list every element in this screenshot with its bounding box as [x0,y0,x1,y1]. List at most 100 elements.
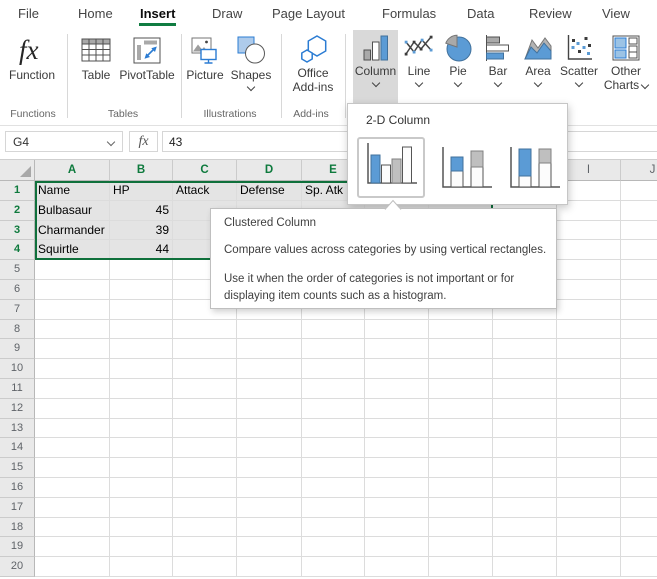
cell-A11[interactable] [35,379,110,399]
cell-J9[interactable] [621,339,657,360]
row-header-11[interactable]: 11 [0,379,35,399]
cell-G17[interactable] [429,497,493,518]
cell-E12[interactable] [302,398,365,419]
cell-D19[interactable] [237,537,302,558]
cell-E20[interactable] [302,557,365,577]
row-header-13[interactable]: 13 [0,418,35,439]
cell-B13[interactable] [110,418,173,439]
function-button[interactable]: fx Function [6,30,58,82]
cell-H18[interactable] [493,517,557,538]
cell-I11[interactable] [557,379,621,399]
cell-A16[interactable] [35,478,110,498]
area-chart-button[interactable]: Area [519,30,557,89]
cell-H17[interactable] [493,497,557,518]
cell-J11[interactable] [621,379,657,399]
cell-J5[interactable] [621,260,657,280]
cell-D15[interactable] [237,458,302,478]
cell-I7[interactable] [557,299,621,320]
cell-E15[interactable] [302,458,365,478]
cell-J17[interactable] [621,497,657,518]
other-charts-button[interactable]: Other Charts [600,30,652,92]
cell-F15[interactable] [365,458,429,478]
cell-B2[interactable]: 45 [110,200,173,221]
option-clustered-column[interactable] [357,137,425,198]
cell-F17[interactable] [365,497,429,518]
row-header-9[interactable]: 9 [0,339,35,360]
row-header-4[interactable]: 4 [0,240,35,261]
cell-D13[interactable] [237,418,302,439]
cell-G8[interactable] [429,319,493,340]
cell-F18[interactable] [365,517,429,538]
other-charts-dropdown-chevron-icon[interactable] [640,80,650,90]
cell-I8[interactable] [557,319,621,340]
cell-G18[interactable] [429,517,493,538]
name-box[interactable]: G4 [5,131,123,152]
cell-F16[interactable] [365,478,429,498]
office-addins-button[interactable]: Office Add-ins [286,30,340,94]
column-header-J[interactable]: J [621,160,657,181]
row-header-10[interactable]: 10 [0,359,35,379]
cell-C11[interactable] [173,379,237,399]
cell-J18[interactable] [621,517,657,538]
pie-dropdown-chevron-icon[interactable] [453,78,463,88]
select-all-button[interactable] [0,160,35,181]
picture-button[interactable]: Picture [180,30,230,82]
cell-B18[interactable] [110,517,173,538]
cell-J8[interactable] [621,319,657,340]
cell-B15[interactable] [110,458,173,478]
row-header-18[interactable]: 18 [0,517,35,538]
tab-home[interactable]: Home [78,0,113,27]
cell-H16[interactable] [493,478,557,498]
cell-I3[interactable] [557,220,621,241]
cell-F10[interactable] [365,359,429,379]
cell-I15[interactable] [557,458,621,478]
cell-J14[interactable] [621,438,657,459]
cell-I17[interactable] [557,497,621,518]
column-header-C[interactable]: C [173,160,237,181]
tab-review[interactable]: Review [529,0,572,27]
cell-I14[interactable] [557,438,621,459]
cell-E16[interactable] [302,478,365,498]
cell-G9[interactable] [429,339,493,360]
cell-F19[interactable] [365,537,429,558]
scatter-chart-button[interactable]: Scatter [558,30,600,89]
cell-A3[interactable]: Charmander [35,220,110,241]
cell-J6[interactable] [621,280,657,300]
line-dropdown-chevron-icon[interactable] [414,78,424,88]
insert-function-button[interactable]: fx [129,131,158,152]
cell-F14[interactable] [365,438,429,459]
line-chart-button[interactable]: Line [400,30,438,89]
cell-D1[interactable]: Defense [237,181,302,201]
cell-I9[interactable] [557,339,621,360]
tab-page-layout[interactable]: Page Layout [272,0,345,27]
row-header-17[interactable]: 17 [0,497,35,518]
cell-I4[interactable] [557,240,621,261]
cell-B7[interactable] [110,299,173,320]
cell-H8[interactable] [493,319,557,340]
cell-H12[interactable] [493,398,557,419]
row-header-20[interactable]: 20 [0,557,35,577]
cell-A5[interactable] [35,260,110,280]
cell-I12[interactable] [557,398,621,419]
bar-dropdown-chevron-icon[interactable] [493,78,503,88]
cell-J3[interactable] [621,220,657,241]
cell-D8[interactable] [237,319,302,340]
area-dropdown-chevron-icon[interactable] [533,78,543,88]
cell-A8[interactable] [35,319,110,340]
tab-formulas[interactable]: Formulas [382,0,436,27]
column-header-B[interactable]: B [110,160,173,181]
scatter-dropdown-chevron-icon[interactable] [574,78,584,88]
cell-C1[interactable]: Attack [173,181,237,201]
row-header-8[interactable]: 8 [0,319,35,340]
cell-J13[interactable] [621,418,657,439]
cell-E17[interactable] [302,497,365,518]
cell-J19[interactable] [621,537,657,558]
cell-J10[interactable] [621,359,657,379]
cell-C18[interactable] [173,517,237,538]
cell-B12[interactable] [110,398,173,419]
cell-E9[interactable] [302,339,365,360]
tab-data[interactable]: Data [467,0,494,27]
cell-A2[interactable]: Bulbasaur [35,200,110,221]
cell-E19[interactable] [302,537,365,558]
row-header-15[interactable]: 15 [0,458,35,478]
